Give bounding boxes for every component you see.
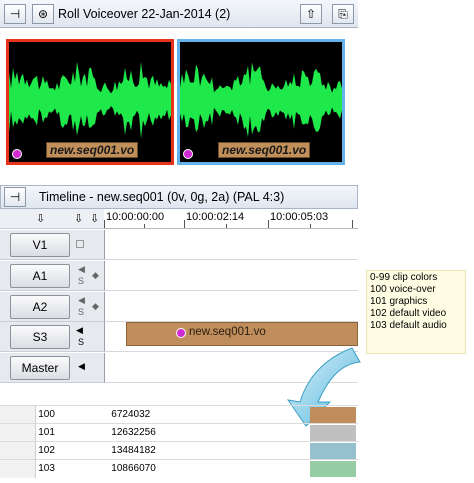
clip-color-legend: 0-99 clip colors 100 voice-over 101 grap… [366, 270, 466, 354]
roll-clip[interactable]: new.seq001.vo [6, 39, 174, 165]
legend-line: 0-99 clip colors [370, 272, 438, 283]
timecode-label: 10:00:02:14 [186, 211, 245, 223]
color-swatch [309, 424, 356, 441]
diamond-icon[interactable]: ◆ [92, 270, 99, 281]
timeline-title: Timeline - new.seq001 (0v, 0g, 2a) (PAL … [39, 190, 285, 204]
clip-marker-icon [12, 149, 22, 159]
pin-icon[interactable]: ⊣ [4, 4, 26, 24]
roll-title: Roll Voiceover 22-Jan-2014 (2) [58, 7, 231, 21]
timecode-label: 10:00:00:00 [106, 211, 165, 223]
row-gutter [0, 405, 37, 424]
track-button-s3[interactable]: S3 [10, 325, 70, 349]
timecode-ruler[interactable]: 10:00:00:00 10:00:02:14 10:00:05:03 [104, 209, 358, 229]
color-value: 12632256 [109, 423, 308, 442]
color-swatch [309, 442, 356, 459]
speaker-icon[interactable]: ◀ [76, 325, 83, 336]
ruler-tick [184, 220, 185, 228]
clip-color-table: 100 6724032 101 12632256 102 13484182 10… [0, 405, 358, 478]
clip-name: new.seq001.vo [46, 142, 139, 158]
clip-marker-icon [183, 149, 193, 159]
color-value: 13484182 [109, 441, 308, 460]
ruler-tick [268, 220, 269, 228]
track-header-a1: A1 ◀ S ◆ [0, 261, 104, 291]
track-button-master[interactable]: Master [10, 356, 70, 380]
table-row[interactable]: 102 13484182 [0, 441, 358, 460]
pin-icon[interactable]: ⊣ [4, 187, 26, 207]
ruler-tick [144, 224, 145, 228]
track-label: A2 [32, 300, 48, 314]
color-value: 6724032 [109, 405, 308, 424]
track-lane-v1[interactable] [104, 230, 358, 260]
row-gutter [0, 459, 37, 478]
timeline-toolbar: ⇩ ⇩ ⇩ [0, 209, 104, 229]
ruler-tick [352, 220, 353, 228]
color-index: 100 [35, 405, 110, 424]
clip-name: new.seq001.vo [218, 142, 311, 158]
ruler-tick [310, 224, 311, 228]
color-index: 101 [35, 423, 110, 442]
color-value: 10866070 [109, 459, 308, 478]
color-swatch [309, 406, 356, 423]
speaker-icon[interactable]: ◀ [78, 295, 85, 306]
timecode-label: 10:00:05:03 [270, 211, 329, 223]
track-header-v1: V1 [0, 230, 104, 260]
solo-label[interactable]: S [78, 337, 84, 347]
speaker-icon[interactable]: ◀ [78, 264, 85, 275]
color-index: 102 [35, 441, 110, 460]
legend-line: 101 graphics [370, 296, 428, 307]
table-row[interactable]: 103 10866070 [0, 459, 358, 478]
waveform [9, 61, 171, 139]
down-arrow-icon[interactable]: ⇩ [36, 212, 45, 225]
monitor-icon[interactable] [76, 240, 84, 248]
legend-line: 100 voice-over [370, 284, 436, 295]
legend-line: 103 default audio [370, 320, 447, 331]
timeline-clip-name: new.seq001.vo [189, 326, 266, 338]
clip-marker-icon [176, 328, 186, 338]
roll-bin: new.seq001.vo new.seq001.vo [0, 29, 358, 175]
track-button-a1[interactable]: A1 [10, 264, 70, 288]
ruler-tick [226, 224, 227, 228]
copy-icon[interactable]: ⎘ [332, 4, 354, 24]
row-gutter [0, 441, 37, 460]
color-index: 103 [35, 459, 110, 478]
waveform [180, 62, 342, 138]
color-swatch [309, 460, 356, 477]
roll-clip[interactable]: new.seq001.vo [177, 39, 345, 165]
folder-up-icon[interactable]: ⇧ [300, 4, 322, 24]
track-lane-a2[interactable] [104, 292, 358, 322]
track-header-master: Master ◀ [0, 353, 104, 383]
track-button-a2[interactable]: A2 [10, 295, 70, 319]
timeline-header: ⊣ Timeline - new.seq001 (0v, 0g, 2a) (PA… [0, 185, 358, 209]
track-label: S3 [32, 330, 48, 344]
solo-label[interactable]: S [78, 276, 84, 286]
legend-line: 102 default video [370, 308, 447, 319]
roll-icon[interactable]: ⊛ [32, 4, 54, 24]
solo-label[interactable]: S [78, 307, 84, 317]
down-arrow-icon[interactable]: ⇩ [74, 212, 83, 225]
track-label: A1 [32, 269, 48, 283]
track-button-v1[interactable]: V1 [10, 233, 70, 257]
diamond-icon[interactable]: ◆ [92, 301, 99, 312]
table-row[interactable]: 101 12632256 [0, 423, 358, 442]
table-row[interactable]: 100 6724032 [0, 405, 358, 424]
track-lane-a1[interactable] [104, 261, 358, 291]
ruler-tick [104, 220, 105, 228]
track-label: Master [21, 361, 59, 375]
speaker-icon[interactable]: ◀ [78, 361, 85, 372]
row-gutter [0, 423, 37, 442]
track-header-s3: S3 ◀ S [0, 322, 104, 352]
track-header-a2: A2 ◀ S ◆ [0, 292, 104, 322]
down-arrow-icon[interactable]: ⇩ [90, 212, 99, 225]
roll-header: ⊣ ⊛ Roll Voiceover 22-Jan-2014 (2) ⇧ ⎘ [0, 0, 358, 28]
